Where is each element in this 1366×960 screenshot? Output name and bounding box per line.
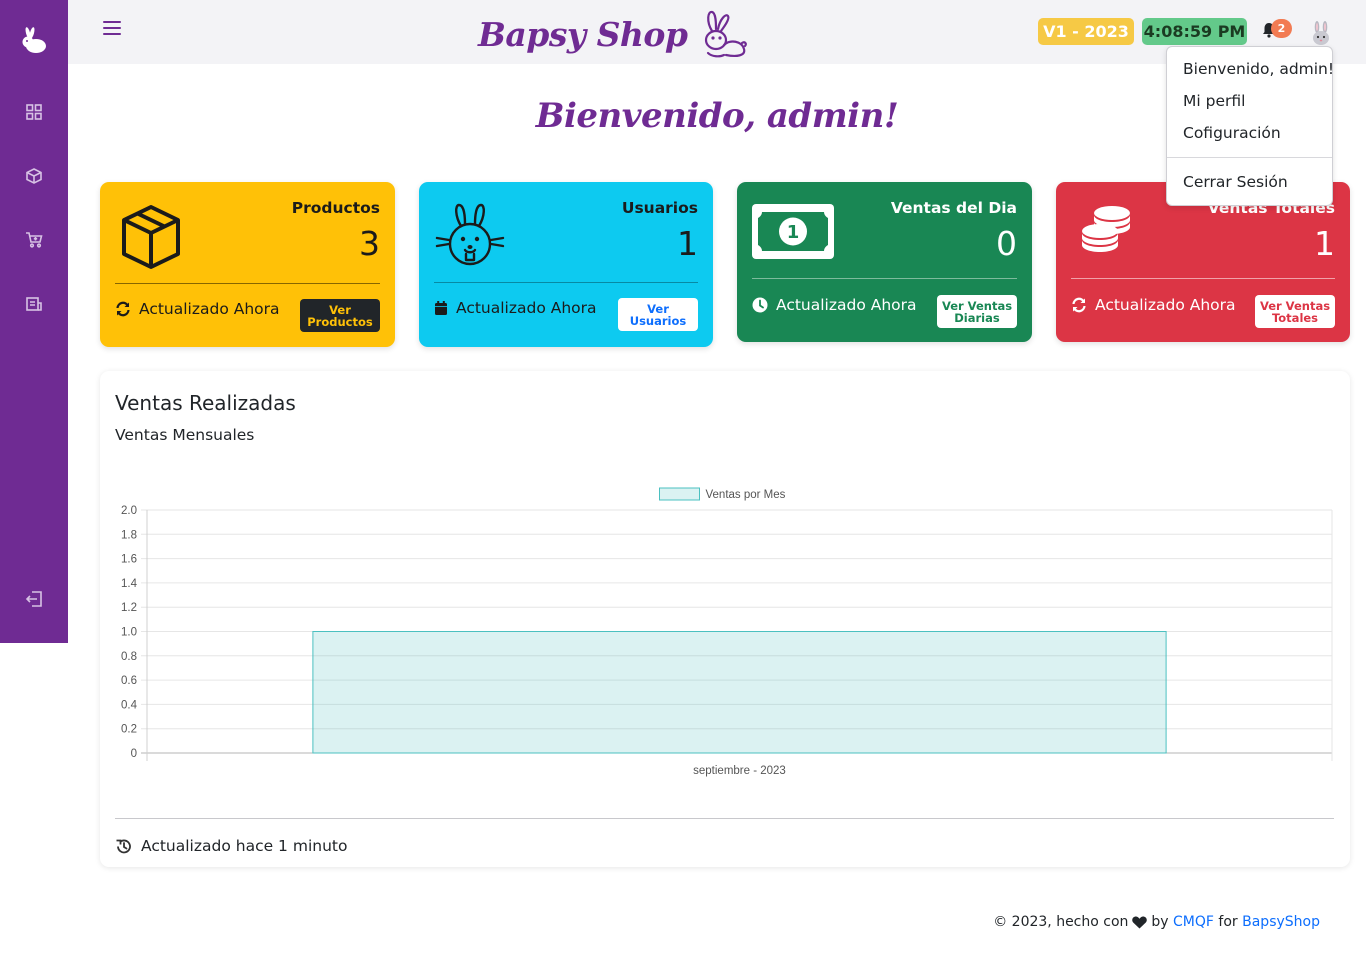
- card-divider: [115, 283, 380, 284]
- money-bill-icon: 1: [752, 204, 834, 259]
- page-footer: © 2023, hecho con by CMQF for BapsyShop: [993, 914, 1320, 930]
- rabbit-mascot-icon: [704, 10, 747, 58]
- y-tick-label: 1.0: [121, 627, 137, 639]
- footer-for: for: [1218, 914, 1238, 930]
- menu-toggle-icon[interactable]: [103, 21, 121, 37]
- y-tick-label: 0.6: [121, 675, 137, 687]
- daily-sales-card-title: Ventas del Dia: [890, 199, 1017, 217]
- daily-sales-card: 1 Ventas del Dia 0 Actualizado Ahora Ver…: [737, 182, 1032, 342]
- users-card-footer-text: Actualizado Ahora: [456, 299, 597, 317]
- dropdown-profile-link[interactable]: Mi perfil: [1183, 92, 1245, 110]
- card-divider: [1071, 278, 1335, 279]
- y-tick-label: 0: [131, 748, 137, 760]
- coins-icon: [1082, 206, 1130, 252]
- dropdown-settings-link[interactable]: Cofiguración: [1183, 124, 1281, 142]
- refresh-icon: [116, 301, 130, 317]
- total-sales-card: Ventas Totales 1 Actualizado Ahora Ver V…: [1056, 182, 1350, 342]
- logout-icon[interactable]: [0, 579, 68, 619]
- y-tick-label: 0.4: [121, 699, 138, 711]
- cart-icon[interactable]: [0, 220, 68, 260]
- notification-count-badge: 2: [1271, 19, 1292, 38]
- legend-swatch: [659, 487, 700, 501]
- sales-chart-card: Ventas Realizadas Ventas Mensuales 0 0.2 0…: [100, 371, 1350, 867]
- user-avatar[interactable]: [1308, 20, 1334, 46]
- footer-copyright: © 2023, hecho con: [993, 914, 1129, 930]
- clock-icon: [752, 297, 768, 313]
- card-divider: [752, 278, 1017, 279]
- y-tick-label: 0.8: [121, 651, 137, 663]
- users-card-footer: Actualizado Ahora: [434, 299, 597, 317]
- view-daily-sales-button[interactable]: Ver Ventas Diarias: [937, 295, 1017, 328]
- products-card-value: 3: [359, 224, 380, 263]
- y-tick-label: 2.0: [121, 505, 137, 517]
- y-tick-label: 1.8: [121, 529, 137, 541]
- chart-bar: [312, 631, 1167, 754]
- daily-sales-card-footer-text: Actualizado Ahora: [776, 296, 917, 314]
- report-icon[interactable]: [0, 284, 68, 324]
- y-tick-label: 0.2: [121, 724, 137, 736]
- box-icon[interactable]: [0, 156, 68, 196]
- footer-author-link[interactable]: CMQF: [1173, 914, 1214, 930]
- legend-label: Ventas por Mes: [706, 489, 786, 501]
- sidebar: [0, 0, 68, 643]
- products-card-footer-text: Actualizado Ahora: [139, 300, 280, 318]
- products-card-title: Productos: [291, 199, 380, 217]
- calendar-icon: [435, 301, 447, 315]
- rabbit-logo-icon[interactable]: [0, 20, 68, 60]
- heart-icon: [1132, 916, 1148, 928]
- products-card: Productos 3 Actualizado Ahora Ver Produc…: [100, 182, 395, 347]
- chart-card-footer: Actualizado hace 1 minuto: [115, 837, 347, 855]
- brand-name: Bapsy Shop: [478, 14, 688, 54]
- view-total-sales-button[interactable]: Ver Ventas Totales: [1255, 295, 1335, 328]
- refresh-icon: [1072, 297, 1086, 313]
- dropdown-greeting[interactable]: Bienvenido, admin!: [1183, 60, 1334, 78]
- users-card-title: Usuarios: [621, 199, 698, 217]
- y-tick-label: 1.2: [121, 602, 137, 614]
- dropdown-divider: [1167, 157, 1332, 158]
- user-dropdown-menu: Bienvenido, admin! Mi perfil Cofiguració…: [1166, 46, 1334, 206]
- y-tick-label: 1.4: [121, 578, 138, 590]
- card-divider: [434, 282, 698, 283]
- rabbit-icon: [435, 203, 505, 266]
- view-products-button[interactable]: Ver Productos: [300, 299, 380, 332]
- daily-sales-card-footer: Actualizado Ahora: [752, 296, 917, 314]
- users-card-value: 1: [677, 224, 698, 263]
- chart-updated-text: Actualizado hace 1 minuto: [141, 837, 348, 855]
- users-card: Usuarios 1 Actualizado Ahora Ver Usuario…: [419, 182, 713, 347]
- x-tick-label: septiembre - 2023: [693, 765, 786, 777]
- sales-bar-chart[interactable]: 0 0.2 0.4 0.6 0.8 1.0 1.2 1.4 1.6 1.8 2.0 septiembr…: [100, 371, 1350, 811]
- products-card-footer: Actualizado Ahora: [115, 300, 280, 318]
- svg-text:1: 1: [787, 222, 800, 243]
- total-sales-card-footer: Actualizado Ahora: [1071, 296, 1236, 314]
- brand-logo[interactable]: Bapsy Shop: [478, 10, 748, 58]
- total-sales-card-value: 1: [1314, 224, 1335, 263]
- y-tick-label: 1.6: [121, 554, 137, 566]
- footer-project-link[interactable]: BapsyShop: [1242, 914, 1320, 930]
- chart-card-divider: [115, 818, 1334, 819]
- footer-by: by: [1151, 914, 1169, 930]
- dashboard-icon[interactable]: [0, 92, 68, 132]
- view-users-button[interactable]: Ver Usuarios: [618, 298, 698, 331]
- dropdown-logout-link[interactable]: Cerrar Sesión: [1183, 173, 1288, 191]
- daily-sales-card-value: 0: [996, 224, 1017, 263]
- total-sales-card-footer-text: Actualizado Ahora: [1095, 296, 1236, 314]
- version-badge: V1 - 2023: [1038, 18, 1134, 45]
- box-icon: [122, 205, 180, 269]
- history-icon: [116, 839, 131, 853]
- clock-badge: 4:08:59 PM: [1142, 18, 1247, 45]
